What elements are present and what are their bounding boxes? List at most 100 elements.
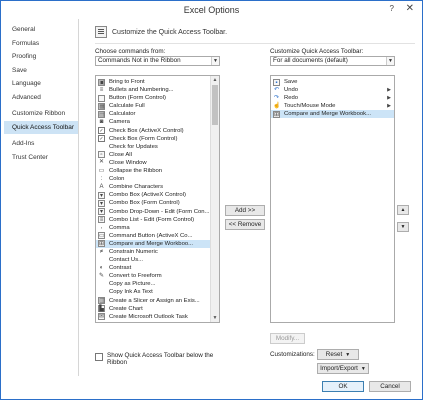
camera-icon: ◙	[99, 119, 104, 126]
command-row[interactable]: ▣ Bring to Front	[96, 78, 219, 86]
command-row[interactable]: ✕ Close Window	[96, 159, 219, 167]
calculator-icon: ▤	[98, 110, 105, 118]
command-row[interactable]: ✓ Check Box (Form Control)	[96, 135, 219, 143]
import-export-label: Import/Export	[320, 365, 358, 372]
close-icon[interactable]: ✕	[406, 3, 414, 14]
button-icon	[98, 94, 105, 102]
toolbar-item-row[interactable]: ☝ Touch/Mouse Mode ▶	[271, 102, 394, 110]
sidebar-item-language[interactable]: Language	[4, 77, 78, 91]
import-export-button[interactable]: Import/Export ▼	[317, 363, 369, 374]
commands-scrollbar[interactable]: ▲ ▼	[210, 76, 219, 322]
command-row[interactable]: : Colon	[96, 175, 219, 183]
toolbar-items-list[interactable]: ▪ Save ↶ Undo ▶ ↷ Redo ▶ ☝ Touch/Mouse Mode ▶ ⊞ Comp…	[270, 75, 395, 323]
excel-options-dialog: Excel Options ? ✕ General Formulas Proofin…	[0, 0, 423, 400]
colon-icon: :	[100, 175, 103, 182]
command-row[interactable]: ✉ Create Microsoft Outlook Task	[96, 313, 219, 321]
command-row[interactable]: ◐Contrast▶	[96, 264, 219, 272]
command-row[interactable]: ◙ Camera	[96, 118, 219, 126]
command-label: Collapse the Ribbon	[109, 168, 163, 175]
command-row[interactable]: ✓ Check Box (ActiveX Control)	[96, 127, 219, 135]
command-row[interactable]: ▦ Calculate Full	[96, 102, 219, 110]
calculate-icon: ▦	[98, 102, 105, 110]
sidebar-item-customize-ribbon[interactable]: Customize Ribbon	[4, 107, 78, 121]
command-row[interactable]: ✎ Convert to Freeform	[96, 272, 219, 280]
sidebar-item-proofing[interactable]: Proofing	[4, 50, 78, 64]
command-row[interactable]: ≡ Combo List - Edit (Form Control)	[96, 216, 219, 224]
command-row[interactable]: ▾ Combo Box (Form Control)	[96, 199, 219, 207]
toolbar-item-row[interactable]: ↷ Redo ▶	[271, 94, 394, 102]
toolbar-list-rows: ▪ Save ↶ Undo ▶ ↷ Redo ▶ ☝ Touch/Mouse Mode ▶ ⊞ Comp…	[271, 76, 394, 119]
command-row[interactable]: Contact Us...	[96, 256, 219, 264]
cancel-button[interactable]: Cancel	[369, 381, 411, 392]
command-row[interactable]: Button (Form Control)	[96, 94, 219, 102]
toolbar-item-row[interactable]: ↶ Undo ▶	[271, 86, 394, 94]
scroll-down-icon[interactable]: ▼	[211, 314, 219, 322]
command-row[interactable]: ▾ Combo Drop-Down - Edit (Form Con...	[96, 208, 219, 216]
combo-box-icon: ▾	[98, 199, 105, 207]
command-row[interactable]: ▫ Close All	[96, 151, 219, 159]
checkbox-icon: ✓	[98, 127, 105, 135]
bullets-icon: ≡	[99, 86, 104, 93]
command-row[interactable]: ▤ Calculator	[96, 110, 219, 118]
command-row[interactable]: , Comma	[96, 224, 219, 232]
command-label: Comma	[109, 224, 130, 231]
command-label: Bullets and Numbering...	[109, 87, 174, 94]
reset-button[interactable]: Reset ▼	[317, 349, 359, 360]
move-up-button[interactable]: ▲	[397, 205, 409, 215]
command-row[interactable]: ≠ Constrain Numeric	[96, 248, 219, 256]
command-row[interactable]: Copy as Picture...	[96, 280, 219, 288]
command-row[interactable]: ▭ Collapse the Ribbon	[96, 167, 219, 175]
chevron-down-icon: ▼	[345, 352, 351, 358]
ok-button[interactable]: OK	[322, 381, 364, 392]
command-row[interactable]: ▾ Combo Box (ActiveX Control)	[96, 191, 219, 199]
command-row[interactable]: A Combine Characters	[96, 183, 219, 191]
customize-toolbar-label: Customize Quick Access Toolbar:	[270, 48, 364, 55]
help-icon[interactable]: ?	[390, 4, 394, 13]
commands-list[interactable]: ▣ Bring to Front ≡ Bullets and Numbering...…	[95, 75, 220, 323]
choose-commands-label: Choose commands from:	[95, 48, 166, 55]
sidebar-item-trust-center[interactable]: Trust Center	[4, 151, 78, 165]
command-row[interactable]: ⊞ Compare and Merge Workboo...	[96, 239, 219, 248]
combo-list-icon: ≡	[98, 216, 105, 224]
blank-icon	[98, 289, 105, 296]
sidebar-item-advanced[interactable]: Advanced	[4, 91, 78, 105]
remove-button[interactable]: << Remove	[225, 219, 265, 230]
command-row[interactable]: ▭ Command Button (ActiveX Co...	[96, 232, 219, 240]
window-title: Excel Options	[183, 5, 240, 15]
add-button[interactable]: Add >>	[225, 205, 265, 216]
undo-icon: ↶	[273, 86, 280, 93]
toolbar-item-row[interactable]: ⊞ Compare and Merge Workbook...	[271, 110, 394, 119]
customize-toolbar-dropdown[interactable]: For all documents (default) ▼	[270, 56, 395, 66]
command-label: Check Box (ActiveX Control)	[109, 127, 184, 134]
command-row[interactable]: ▙ Create Chart	[96, 305, 219, 313]
command-label: Create a Slicer or Assign an Exis...	[109, 297, 200, 304]
sidebar-item-add-ins[interactable]: Add-Ins	[4, 137, 78, 151]
command-label: Constrain Numeric	[109, 248, 158, 255]
command-label: Close Window	[109, 159, 147, 166]
toolbar-item-row[interactable]: ▪ Save	[271, 78, 394, 86]
chevron-down-icon: ▼	[360, 366, 366, 372]
sidebar-item-quick-access-toolbar[interactable]: Quick Access Toolbar	[4, 120, 78, 134]
chevron-right-icon: ▶	[387, 103, 391, 110]
sidebar-item-save[interactable]: Save	[4, 64, 78, 78]
command-row[interactable]: Copy Ink As Text	[96, 288, 219, 296]
command-label: Button (Form Control)	[109, 95, 166, 102]
command-label: Create Microsoft Outlook Task	[109, 313, 188, 320]
command-label: Copy as Picture...	[109, 281, 156, 288]
command-row[interactable]: Check for Updates	[96, 143, 219, 151]
modify-button[interactable]: Modify...	[270, 333, 305, 344]
chevron-right-icon: ▶	[387, 87, 391, 94]
sidebar-item-general[interactable]: General	[4, 23, 78, 37]
command-row[interactable]: ≡ Bullets and Numbering...	[96, 86, 219, 94]
touch-icon: ☝	[273, 102, 281, 109]
show-below-ribbon-checkbox[interactable]	[95, 353, 103, 361]
command-label: Calculator	[109, 111, 136, 118]
scrollbar-thumb[interactable]	[212, 85, 218, 125]
toolbar-item-label: Undo	[284, 87, 299, 94]
command-row[interactable]: ▥ Create a Slicer or Assign an Exis...	[96, 297, 219, 305]
choose-commands-dropdown[interactable]: Commands Not in the Ribbon ▼	[95, 56, 220, 66]
scroll-up-icon[interactable]: ▲	[211, 76, 219, 84]
move-down-button[interactable]: ▼	[397, 222, 409, 232]
sidebar-item-formulas[interactable]: Formulas	[4, 37, 78, 51]
command-label: Convert to Freeform	[109, 273, 162, 280]
